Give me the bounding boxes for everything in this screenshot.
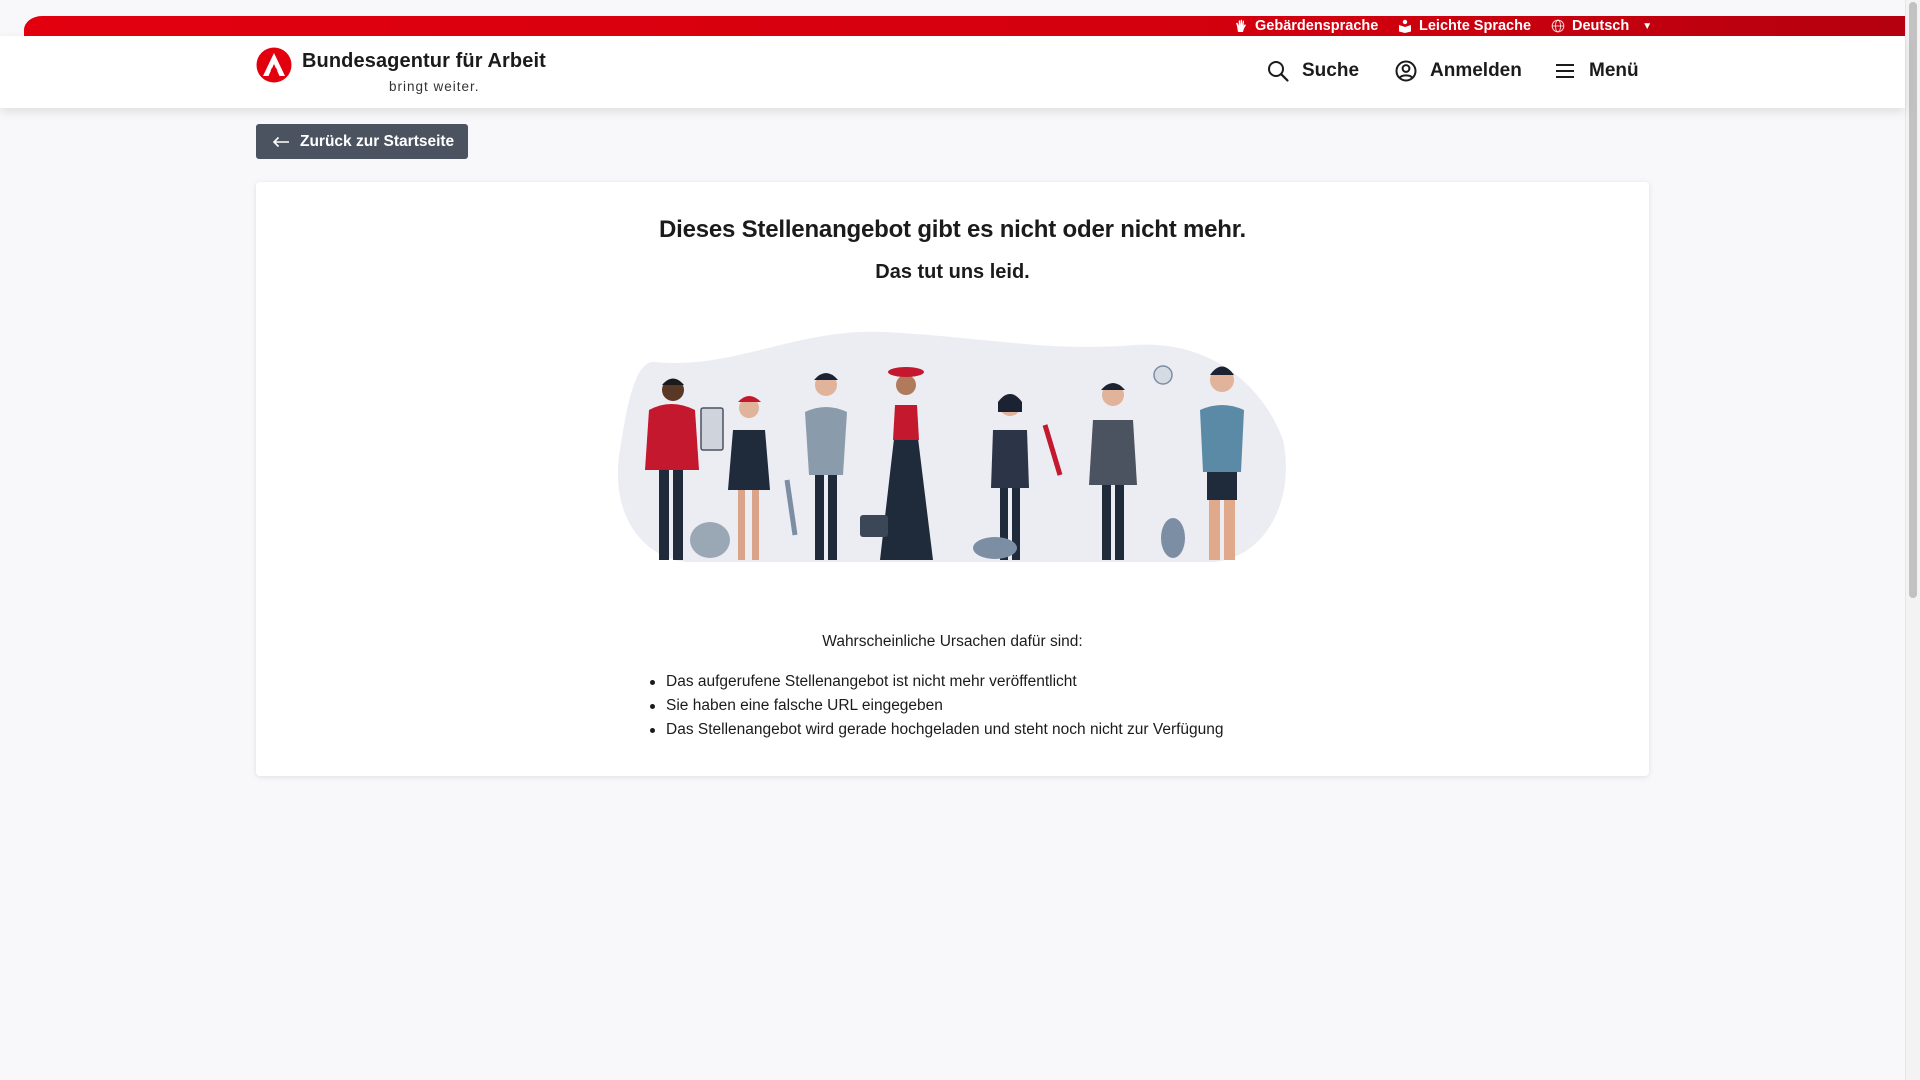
hand-icon [1236, 19, 1246, 32]
login-button[interactable]: Anmelden [1394, 59, 1522, 83]
error-title: Dieses Stellenangebot gibt es nicht oder… [658, 216, 1247, 243]
ba-logo[interactable]: Bundesagentur für Arbeit bringt weiter. [256, 47, 546, 94]
globe-icon [1551, 19, 1565, 33]
menu-label: Menü [1589, 60, 1639, 81]
easy-language-icon [1399, 19, 1411, 33]
back-button-label: Zurück zur Startseite [300, 132, 455, 150]
site-header: Bundesagentur für Arbeit bringt weiter. … [0, 36, 1905, 108]
ba-logo-icon [256, 47, 292, 83]
caret-down-icon: ▼ [1642, 20, 1653, 32]
scrollbar[interactable] [1905, 0, 1920, 1080]
list-item: Das aufgerufene Stellenangebot ist nicht… [650, 670, 1224, 694]
arrow-left-icon [272, 136, 289, 147]
login-label: Anmelden [1430, 60, 1522, 81]
logo-tagline: bringt weiter. [389, 79, 480, 94]
back-to-home-button[interactable]: Zurück zur Startseite [256, 124, 468, 159]
menu-icon [1556, 64, 1574, 78]
sign-language-label: Gebärdensprache [1255, 18, 1379, 34]
error-card: Dieses Stellenangebot gibt es nicht oder… [256, 182, 1649, 776]
sign-language-link[interactable]: Gebärdensprache [1234, 18, 1378, 34]
scrollbar-thumb[interactable] [1909, 2, 1917, 598]
error-subtitle: Das tut uns leid. [875, 261, 1030, 283]
search-label: Suche [1302, 60, 1360, 81]
menu-button[interactable]: Menü [1553, 59, 1639, 83]
list-item: Das Stellenangebot wird gerade hochgelad… [650, 718, 1224, 742]
easy-language-link[interactable]: Leichte Sprache [1398, 18, 1531, 34]
user-icon [1395, 60, 1417, 82]
utility-bar: Gebärdensprache Leichte Sprache Deutsch … [24, 16, 1905, 36]
search-icon [1268, 61, 1289, 82]
easy-language-label: Leichte Sprache [1419, 18, 1532, 34]
search-button[interactable]: Suche [1266, 59, 1359, 83]
reasons-list: Das aufgerufene Stellenangebot ist nicht… [650, 670, 1224, 742]
logo-name: Bundesagentur für Arbeit [302, 50, 546, 72]
language-select[interactable]: Deutsch ▼ [1551, 18, 1652, 34]
list-item: Sie haben eine falsche URL eingegeben [650, 694, 1224, 718]
people-illustration [617, 331, 1286, 562]
language-label: Deutsch [1572, 18, 1630, 34]
reasons-intro: Wahrscheinliche Ursachen dafür sind: [822, 633, 1083, 650]
